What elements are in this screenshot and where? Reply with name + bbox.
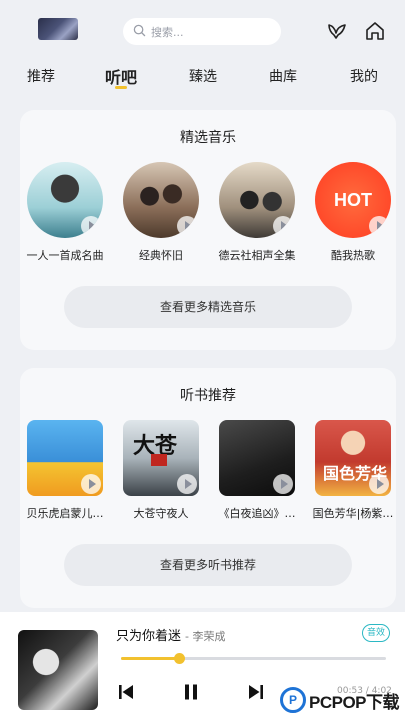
music-cover (27, 162, 103, 238)
search-box[interactable]: 搜索... (123, 18, 281, 45)
music-cover (123, 162, 199, 238)
tab-mine[interactable]: 我的 (350, 66, 378, 86)
book-cover: 国色芳华 (315, 420, 391, 496)
watermark: P PCPOP下载 (280, 680, 405, 720)
pause-icon[interactable] (181, 682, 201, 702)
play-icon[interactable] (177, 216, 197, 236)
play-icon[interactable] (81, 474, 101, 494)
music-item[interactable]: 经典怀旧 (116, 162, 206, 263)
book-item-label: 国色芳华|杨紫… (312, 507, 394, 520)
previous-icon[interactable] (116, 682, 136, 702)
music-item-label: 经典怀旧 (139, 249, 183, 262)
music-item-label: 酷我热歌 (331, 249, 375, 262)
search-icon (133, 22, 146, 41)
book-item-label: 贝乐虎启蒙儿… (26, 507, 104, 520)
music-item-label: 德云社相声全集 (218, 249, 296, 262)
seal-mark (151, 454, 167, 466)
bird-icon[interactable] (325, 19, 349, 43)
play-icon[interactable] (177, 474, 197, 494)
play-icon[interactable] (369, 216, 389, 236)
book-item-label: 《白夜追凶》… (218, 507, 296, 520)
book-cover: 大苍 (123, 420, 199, 496)
tab-recommend[interactable]: 推荐 (27, 66, 55, 86)
tab-bar: 推荐 听吧 臻选 曲库 我的 (0, 62, 405, 92)
book-cover (27, 420, 103, 496)
play-icon[interactable] (369, 474, 389, 494)
books-section-title: 听书推荐 (180, 388, 236, 404)
book-item[interactable]: 大苍 大苍守夜人 (116, 420, 206, 521)
music-cover: HOT (315, 162, 391, 238)
progress-knob[interactable] (174, 653, 186, 664)
play-icon[interactable] (81, 216, 101, 236)
song-title: 只为你着迷 (116, 629, 182, 644)
tab-tingba[interactable]: 听吧 (105, 64, 137, 88)
progress-fill (121, 657, 180, 660)
music-cover (219, 162, 295, 238)
top-bar: 搜索... (0, 0, 405, 60)
book-item[interactable]: 贝乐虎启蒙儿… (20, 420, 110, 521)
book-item[interactable]: 国色芳华 国色芳华|杨紫… (308, 420, 398, 521)
next-icon[interactable] (246, 682, 266, 702)
music-section-title: 精选音乐 (180, 130, 236, 146)
books-section: 听书推荐 贝乐虎启蒙儿… 大苍 大苍守夜人 《白夜追凶》… 国色芳华 国色芳华|… (20, 368, 396, 608)
music-item[interactable]: 一人一首成名曲 (20, 162, 110, 263)
watermark-logo: P (280, 687, 306, 713)
music-item-label: 一人一首成名曲 (26, 249, 104, 262)
music-section: 精选音乐 一人一首成名曲 经典怀旧 德云社相声全集 HOT 酷我热歌 查看更多精… (20, 110, 396, 350)
book-item[interactable]: 《白夜追凶》… (212, 420, 302, 521)
music-item[interactable]: 德云社相声全集 (212, 162, 302, 263)
home-icon[interactable] (363, 19, 387, 43)
player-title-row[interactable]: 只为你着迷 - 李荣成 (116, 625, 225, 644)
play-icon[interactable] (273, 474, 293, 494)
song-artist: - 李荣成 (185, 630, 226, 643)
search-placeholder: 搜索... (151, 25, 184, 39)
active-tab-indicator (115, 86, 127, 89)
book-item-label: 大苍守夜人 (133, 507, 189, 520)
music-item[interactable]: HOT 酷我热歌 (308, 162, 398, 263)
avatar[interactable] (38, 18, 78, 40)
more-books-button[interactable]: 查看更多听书推荐 (64, 544, 352, 586)
hot-badge: HOT (334, 190, 372, 210)
play-icon[interactable] (273, 216, 293, 236)
watermark-text: PCPOP下载 (309, 692, 400, 712)
progress-slider[interactable] (121, 653, 386, 664)
tab-library[interactable]: 曲库 (269, 66, 297, 86)
more-music-button[interactable]: 查看更多精选音乐 (64, 286, 352, 328)
sound-effect-button[interactable]: 音效 (362, 624, 390, 642)
player-album-cover[interactable] (18, 630, 98, 710)
tab-selected[interactable]: 臻选 (189, 66, 217, 86)
book-cover (219, 420, 295, 496)
